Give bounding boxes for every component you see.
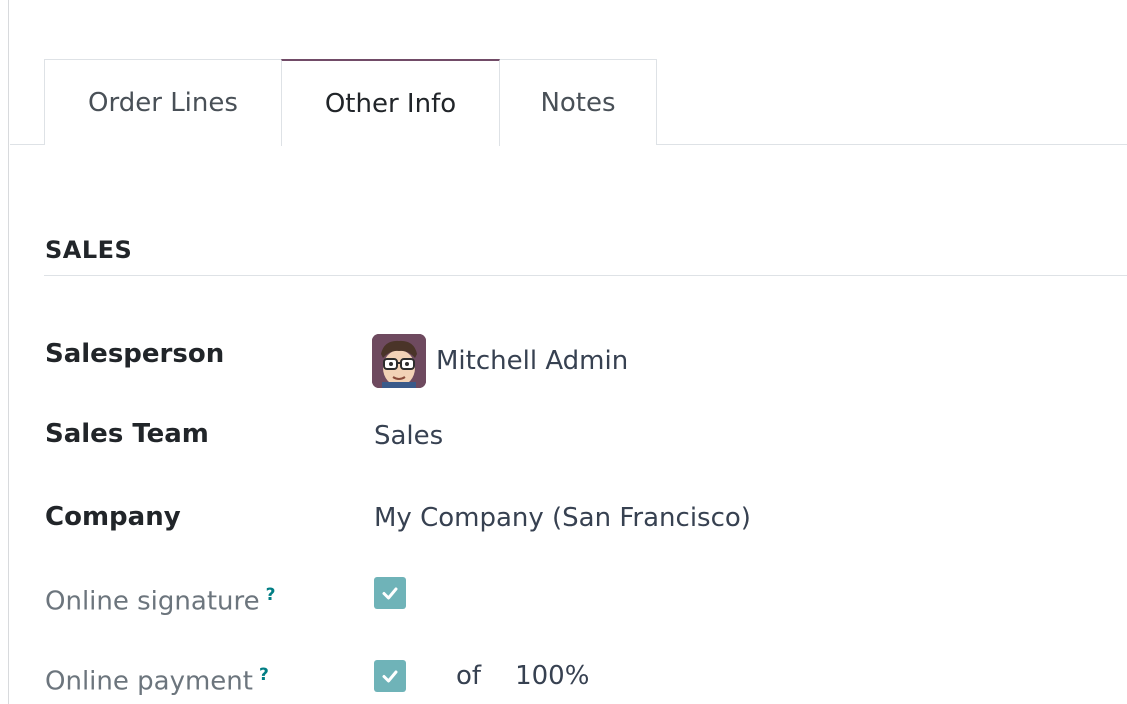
online-signature-checkbox[interactable] (374, 577, 406, 609)
company-field[interactable]: My Company (San Francisco) (374, 498, 751, 538)
salesperson-value: Mitchell Admin (436, 346, 629, 376)
online-payment-of-label: of (456, 661, 482, 691)
tab-other-info[interactable]: Other Info (281, 59, 500, 146)
online-signature-field (374, 577, 406, 609)
section-divider (44, 275, 1127, 276)
tab-order-lines[interactable]: Order Lines (44, 59, 282, 145)
online-signature-label: Online signature? (45, 575, 275, 622)
section-title-sales: SALES (45, 236, 133, 264)
online-payment-label-text: Online payment (45, 666, 253, 697)
sales-team-label: Sales Team (45, 419, 209, 449)
online-payment-label: Online payment? (45, 655, 269, 702)
online-signature-label-text: Online signature (45, 586, 260, 617)
company-value: My Company (San Francisco) (374, 503, 751, 533)
sales-team-value: Sales (374, 421, 444, 451)
sales-team-field[interactable]: Sales (374, 416, 443, 456)
help-tooltip-icon[interactable]: ? (259, 665, 269, 685)
tab-notes[interactable]: Notes (499, 59, 657, 145)
prepayment-percent-input[interactable]: 100% (515, 656, 589, 696)
left-border (8, 0, 9, 704)
help-tooltip-icon[interactable]: ? (266, 585, 276, 605)
salesperson-label: Salesperson (45, 339, 225, 369)
online-payment-checkbox[interactable] (374, 660, 406, 692)
salesperson-field[interactable]: Mitchell Admin (372, 334, 629, 388)
check-icon (382, 587, 398, 600)
user-avatar-icon (372, 334, 426, 388)
check-icon (382, 670, 398, 683)
company-label: Company (45, 502, 181, 532)
online-payment-field: of 100% (374, 656, 589, 696)
notebook-tabs: Order Lines Other Info Notes (44, 59, 657, 146)
